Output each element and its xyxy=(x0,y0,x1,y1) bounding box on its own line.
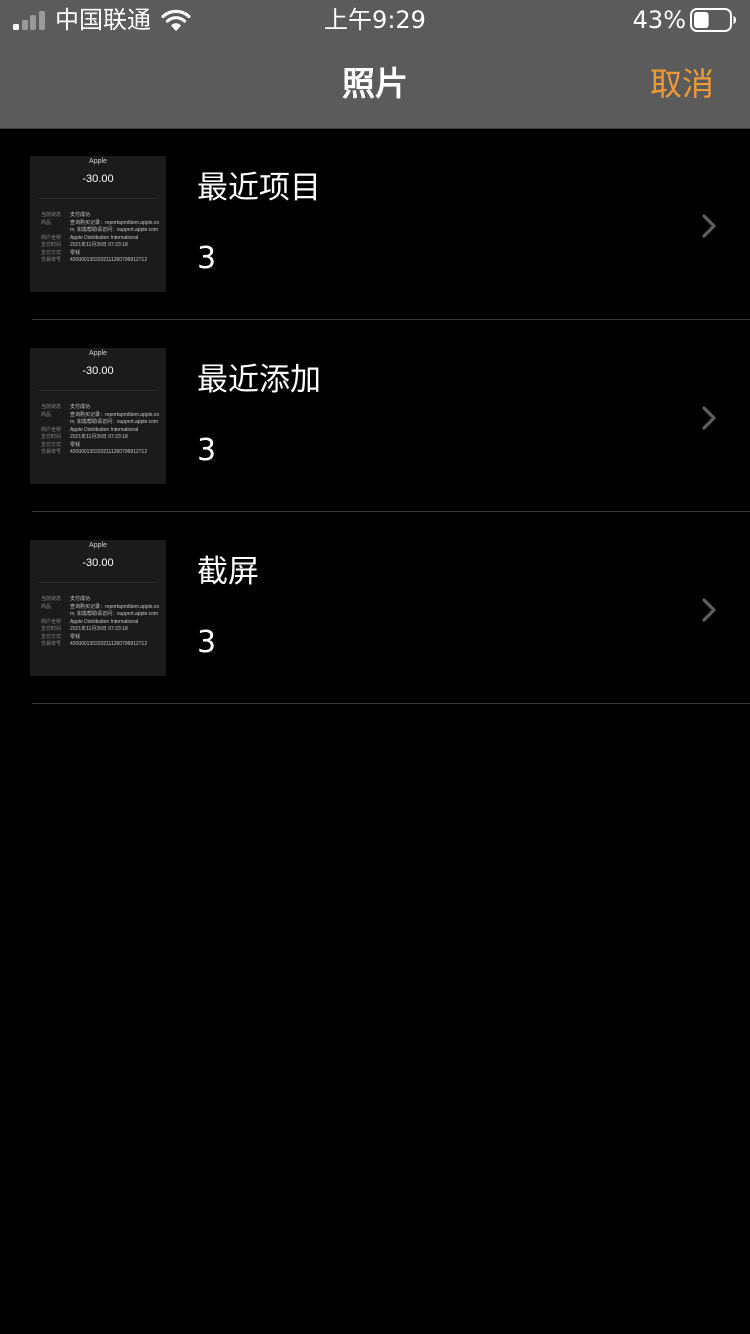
detail-value: 查询购买记录：reportaproblem.apple.com, 如需帮助请访问… xyxy=(70,603,160,618)
battery-level-fill xyxy=(694,12,709,28)
detail-key: 当前状态 xyxy=(41,404,62,410)
thumbnail-detail-row: 商户全称 Apple Distribution International xyxy=(41,235,163,243)
detail-key: 交易单号 xyxy=(41,257,62,263)
detail-value: 支付成功 xyxy=(70,212,91,218)
detail-key: 交易单号 xyxy=(41,641,62,647)
detail-key: 商品 xyxy=(41,411,52,418)
detail-key: 商品 xyxy=(41,219,52,226)
detail-key: 支付时间 xyxy=(41,434,62,440)
detail-value: 查询购买记录：reportaproblem.apple.com, 如需帮助请访问… xyxy=(70,411,160,426)
thumbnail-merchant: Apple xyxy=(89,350,107,357)
album-name: 最近项目 xyxy=(197,170,321,206)
detail-key: 支付方式 xyxy=(41,249,62,256)
detail-key: 支付方式 xyxy=(41,633,62,640)
thumbnail-details: 当前状态 支付成功商品 查询购买记录：reportaproblem.apple.co… xyxy=(41,212,163,265)
detail-key: 当前状态 xyxy=(41,596,62,602)
chevron-right-icon xyxy=(702,406,716,430)
detail-value: 4200001302202111260796912712 xyxy=(70,257,148,263)
thumbnail-divider xyxy=(38,198,158,199)
thumbnail-detail-row: 商户全称 Apple Distribution International xyxy=(41,619,163,627)
thumbnail-details: 当前状态 支付成功商品 查询购买记录：reportaproblem.apple.co… xyxy=(41,596,163,649)
thumbnail-amount: -30.00 xyxy=(82,557,114,569)
album-thumbnail: Apple -30.00 当前状态 支付成功商品 查询购买记录：reportaprobl… xyxy=(30,156,166,292)
cancel-button[interactable]: 取消 xyxy=(650,62,714,106)
detail-key: 交易单号 xyxy=(41,449,62,455)
album-row-recently-added[interactable]: Apple -30.00 当前状态 支付成功商品 查询购买记录：reportaprobl… xyxy=(0,320,750,512)
thumbnail-detail-row: 支付时间 2021年11月26日 07:23:18 xyxy=(41,434,163,442)
detail-value: 4200001302202111260796912712 xyxy=(70,641,148,647)
thumbnail-detail-row: 交易单号 4200001302202111260796912712 xyxy=(41,257,163,265)
thumbnail-detail-row: 当前状态 支付成功 xyxy=(41,212,163,220)
thumbnail-detail-row: 交易单号 4200001302202111260796912712 xyxy=(41,641,163,649)
detail-value: 4200001302202111260796912712 xyxy=(70,449,148,455)
thumbnail-divider xyxy=(38,390,158,391)
detail-key: 支付方式 xyxy=(41,441,62,448)
album-thumbnail: Apple -30.00 当前状态 支付成功商品 查询购买记录：reportaprobl… xyxy=(30,348,166,484)
thumbnail-amount: -30.00 xyxy=(82,173,114,185)
album-count: 3 xyxy=(197,241,217,276)
navigation-bar: 照片 取消 xyxy=(0,40,750,128)
detail-value: 支付成功 xyxy=(70,596,91,602)
chevron-right-icon xyxy=(702,214,716,238)
header: 中国联通 上午9:29 43% 照片 取消 xyxy=(0,0,750,129)
album-name: 最近添加 xyxy=(197,362,321,398)
thumbnail-detail-row: 商品 查询购买记录：reportaproblem.apple.com, 如需帮助请… xyxy=(41,412,163,427)
detail-value: Apple Distribution International xyxy=(70,618,139,625)
detail-key: 商户全称 xyxy=(41,618,62,625)
detail-key: 支付时间 xyxy=(41,626,62,632)
thumbnail-detail-row: 支付方式 零钱 xyxy=(41,442,163,450)
detail-value: 2021年11月26日 07:23:18 xyxy=(70,434,128,440)
chevron-right-icon xyxy=(702,598,716,622)
thumbnail-detail-row: 支付方式 零钱 xyxy=(41,634,163,642)
detail-key: 商户全称 xyxy=(41,426,62,433)
thumbnail-detail-row: 商品 查询购买记录：reportaproblem.apple.com, 如需帮助请… xyxy=(41,220,163,235)
album-list: Apple -30.00 当前状态 支付成功 商品 查询购买记录：reportaprobl… xyxy=(0,128,750,704)
detail-value: 支付成功 xyxy=(70,404,91,410)
album-row-recents[interactable]: Apple -30.00 当前状态 支付成功商品 查询购买记录：reportaprobl… xyxy=(0,128,750,320)
detail-value: 2021年11月26日 07:23:18 xyxy=(70,626,128,632)
detail-value: 查询购买记录：reportaproblem.apple.com, 如需帮助请访问… xyxy=(70,219,160,234)
detail-value: 零钱 xyxy=(70,249,81,256)
detail-key: 商品 xyxy=(41,603,52,610)
photo-album-picker: 中国联通 上午9:29 43% 照片 取消 Apple -30.00 当前状态 支付成… xyxy=(0,0,750,1334)
thumbnail-details: 当前状态 支付成功商品 查询购买记录：reportaproblem.apple.co… xyxy=(41,404,163,457)
thumbnail-detail-row: 支付时间 2021年11月26日 07:23:18 xyxy=(41,242,163,250)
detail-value: Apple Distribution International xyxy=(70,426,139,433)
battery-icon xyxy=(690,8,736,32)
thumbnail-detail-row: 当前状态 支付成功 xyxy=(41,404,163,412)
detail-key: 支付时间 xyxy=(41,242,62,248)
album-name: 截屏 xyxy=(197,554,259,590)
detail-value: 零钱 xyxy=(70,441,81,448)
page-title: 照片 xyxy=(342,64,408,103)
album-count: 3 xyxy=(197,433,217,468)
detail-value: 零钱 xyxy=(70,633,81,640)
album-count: 3 xyxy=(197,625,217,660)
thumbnail-detail-row: 商户全称 Apple Distribution International xyxy=(41,427,163,435)
detail-key: 当前状态 xyxy=(41,212,62,218)
thumbnail-amount: -30.00 xyxy=(82,365,114,377)
thumbnail-detail-row: 交易单号 4200001302202111260796912712 xyxy=(41,449,163,457)
thumbnail-detail-row: 当前状态 支付成功 xyxy=(41,596,163,604)
detail-key: 商户全称 xyxy=(41,234,62,241)
thumbnail-merchant: Apple xyxy=(89,542,107,549)
battery-percent: 43% xyxy=(632,6,686,34)
row-divider xyxy=(32,703,750,704)
status-bar: 中国联通 上午9:29 43% xyxy=(0,0,750,40)
thumbnail-detail-row: 支付方式 零钱 xyxy=(41,250,163,258)
thumbnail-detail-row: 商品 查询购买记录：reportaproblem.apple.com, 如需帮助请… xyxy=(41,604,163,619)
album-row-screenshots[interactable]: Apple -30.00 当前状态 支付成功商品 查询购买记录：reportaprobl… xyxy=(0,512,750,704)
thumbnail-merchant: Apple xyxy=(89,158,107,165)
thumbnail-detail-row: 支付时间 2021年11月26日 07:23:18 xyxy=(41,626,163,634)
album-thumbnail: Apple -30.00 当前状态 支付成功商品 查询购买记录：reportaprobl… xyxy=(30,540,166,676)
thumbnail-divider xyxy=(38,582,158,583)
detail-value: Apple Distribution International xyxy=(70,234,139,241)
detail-value: 2021年11月26日 07:23:18 xyxy=(70,242,128,248)
